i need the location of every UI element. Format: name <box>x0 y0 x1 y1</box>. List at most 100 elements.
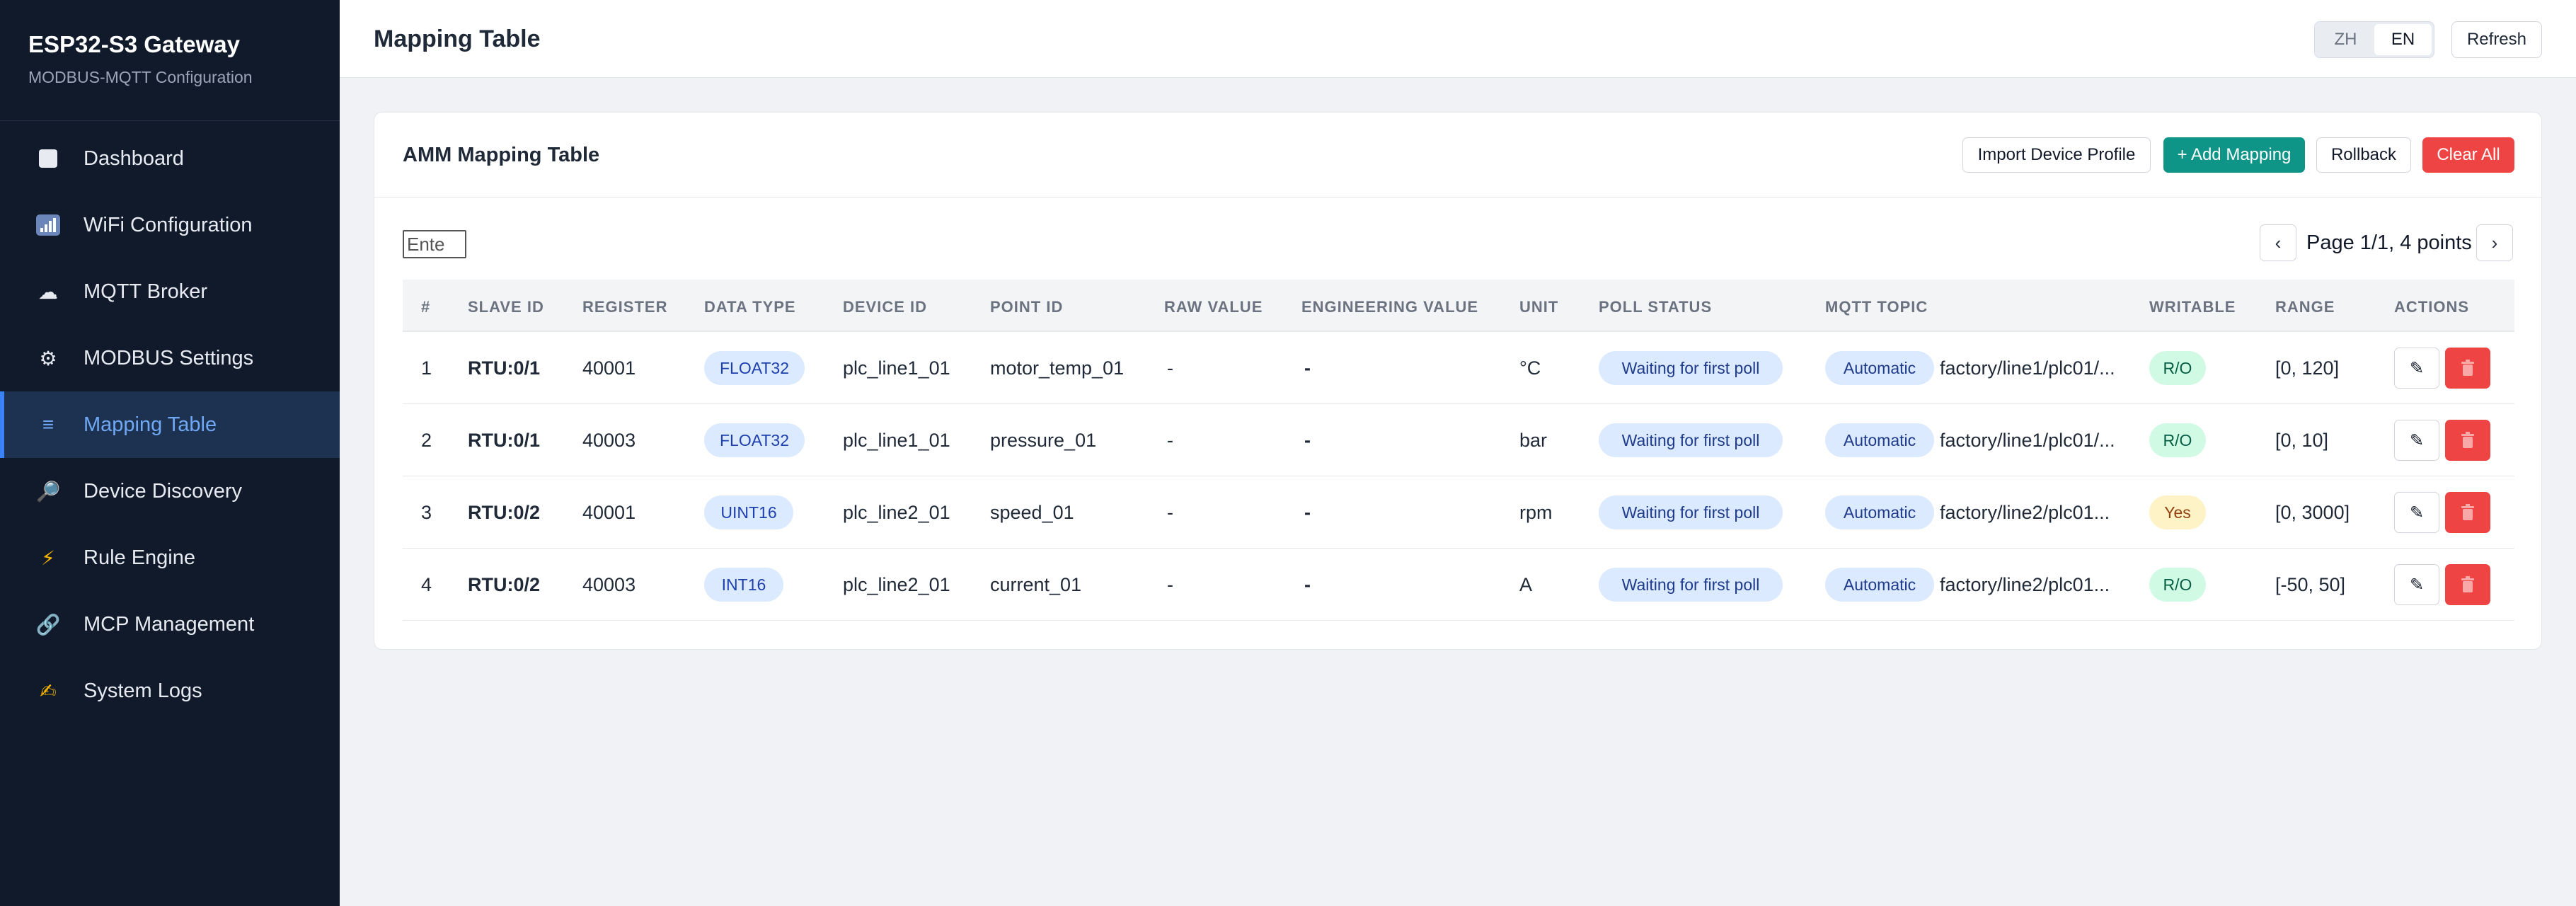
sidebar-item-mcp-management[interactable]: 🔗 MCP Management <box>0 591 340 658</box>
table-row: 1 RTU:0/1 40001 FLOAT32 plc_line1_01 mot… <box>403 332 2514 404</box>
table-row: 4 RTU:0/2 40003 INT16 plc_line2_01 curre… <box>403 549 2514 621</box>
range: [0, 3000] <box>2275 502 2350 523</box>
lang-zh-button[interactable]: ZH <box>2317 24 2374 55</box>
signal-bars-icon <box>34 211 62 239</box>
sidebar-item-label: Mapping Table <box>84 413 217 436</box>
edit-button[interactable]: ✎ <box>2394 420 2439 461</box>
device-id: plc_line1_01 <box>843 357 950 379</box>
sidebar-item-system-logs[interactable]: ✍ System Logs <box>0 658 340 724</box>
sidebar-item-dashboard[interactable]: Dashboard <box>0 125 340 192</box>
mqtt-topic: factory/line2/plc01... <box>1940 502 2110 523</box>
range: [0, 10] <box>2275 430 2329 451</box>
lang-en-button[interactable]: EN <box>2374 24 2432 55</box>
col-device-id: DEVICE ID <box>843 298 928 316</box>
clear-all-button[interactable]: Clear All <box>2422 137 2514 173</box>
edit-button[interactable]: ✎ <box>2394 564 2439 605</box>
trash-icon <box>2461 504 2474 520</box>
delete-button[interactable] <box>2445 348 2490 389</box>
sidebar-item-mapping-table[interactable]: ≡ Mapping Table <box>0 391 340 458</box>
pager-prev-button[interactable]: ‹ <box>2260 224 2296 261</box>
data-type-badge: FLOAT32 <box>704 423 805 457</box>
sidebar-item-label: MQTT Broker <box>84 280 208 303</box>
delete-button[interactable] <box>2445 492 2490 533</box>
pencil-icon: ✎ <box>2409 503 2425 522</box>
delete-button[interactable] <box>2445 564 2490 605</box>
import-device-profile-button[interactable]: Import Device Profile <box>1962 137 2151 173</box>
col-poll-status: POLL STATUS <box>1599 298 1713 316</box>
language-switcher: ZH EN <box>2314 21 2434 58</box>
point-id: pressure_01 <box>990 430 1097 451</box>
writable-badge: Yes <box>2149 495 2206 529</box>
writing-hand-icon: ✍ <box>40 680 57 702</box>
magnifier-icon: 🔎 <box>35 480 61 503</box>
sidebar-item-rule-engine[interactable]: ⚡ Rule Engine <box>0 524 340 591</box>
sidebar-item-device-discovery[interactable]: 🔎 Device Discovery <box>0 458 340 524</box>
engineering-value: - <box>1304 574 1311 595</box>
pencil-icon: ✎ <box>2409 358 2425 378</box>
range: [0, 120] <box>2275 357 2340 379</box>
card-header: AMM Mapping Table Import Device Profile … <box>374 113 2541 197</box>
writable-badge: R/O <box>2149 568 2206 602</box>
engineering-value: - <box>1304 357 1311 379</box>
page-title: Mapping Table <box>374 25 541 52</box>
poll-status-badge: Waiting for first poll <box>1599 423 1783 457</box>
pager-next-button[interactable]: › <box>2476 224 2513 261</box>
card-title: AMM Mapping Table <box>403 144 600 166</box>
data-type-badge: INT16 <box>704 568 783 602</box>
data-type-badge: FLOAT32 <box>704 351 805 385</box>
device-id: plc_line2_01 <box>843 502 950 523</box>
topic-mode-badge: Automatic <box>1825 351 1934 385</box>
data-type-badge: UINT16 <box>704 495 793 529</box>
unit: °C <box>1519 357 1541 379</box>
engineering-value: - <box>1304 430 1311 451</box>
register: 40001 <box>582 502 636 523</box>
slave-id: RTU:0/1 <box>468 357 541 379</box>
sidebar-item-label: Dashboard <box>84 147 184 170</box>
sidebar-item-mqtt-broker[interactable]: ☁ MQTT Broker <box>0 258 340 325</box>
unit: rpm <box>1519 502 1553 523</box>
add-mapping-button[interactable]: + Add Mapping <box>2163 137 2305 173</box>
brand: ESP32-S3 Gateway MODBUS-MQTT Configurati… <box>0 0 340 121</box>
col-data-type: DATA TYPE <box>704 298 796 316</box>
poll-status-badge: Waiting for first poll <box>1599 351 1783 385</box>
col-index: # <box>421 298 431 316</box>
poll-status-badge: Waiting for first poll <box>1599 495 1783 529</box>
col-actions: ACTIONS <box>2394 298 2469 316</box>
raw-value: - <box>1167 574 1173 595</box>
register: 40003 <box>582 574 636 595</box>
sidebar-item-modbus-settings[interactable]: ⚙ MODBUS Settings <box>0 325 340 391</box>
device-id: plc_line2_01 <box>843 574 950 595</box>
sidebar: ESP32-S3 Gateway MODBUS-MQTT Configurati… <box>0 0 340 906</box>
row-index: 2 <box>421 430 432 451</box>
trash-icon <box>2461 576 2474 592</box>
gear-icon: ⚙ <box>39 347 57 369</box>
pencil-icon: ✎ <box>2409 575 2425 595</box>
col-point-id: POINT ID <box>990 298 1064 316</box>
pencil-icon: ✎ <box>2409 430 2425 450</box>
square-icon <box>34 144 62 173</box>
mqtt-topic: factory/line1/plc01/... <box>1940 357 2115 379</box>
table-row: 3 RTU:0/2 40001 UINT16 plc_line2_01 spee… <box>403 476 2514 549</box>
sidebar-item-label: System Logs <box>84 679 202 702</box>
rollback-button[interactable]: Rollback <box>2316 137 2411 173</box>
table-row: 2 RTU:0/1 40003 FLOAT32 plc_line1_01 pre… <box>403 404 2514 476</box>
unit: A <box>1519 574 1533 595</box>
edit-button[interactable]: ✎ <box>2394 348 2439 389</box>
raw-value: - <box>1167 430 1173 451</box>
topic-mode-badge: Automatic <box>1825 495 1934 529</box>
sidebar-item-wifi[interactable]: WiFi Configuration <box>0 192 340 258</box>
pager-status: Page 1/1, 4 points <box>2306 231 2472 254</box>
edit-button[interactable]: ✎ <box>2394 492 2439 533</box>
writable-badge: R/O <box>2149 351 2206 385</box>
col-slave-id: SLAVE ID <box>468 298 544 316</box>
engineering-value: - <box>1304 502 1311 523</box>
refresh-button[interactable]: Refresh <box>2451 21 2542 58</box>
filter-input[interactable] <box>403 230 466 258</box>
delete-button[interactable] <box>2445 420 2490 461</box>
top-header: Mapping Table ZH EN Refresh <box>340 0 2576 78</box>
col-writable: WRITABLE <box>2149 298 2236 316</box>
point-id: motor_temp_01 <box>990 357 1125 379</box>
slave-id: RTU:0/2 <box>468 502 541 523</box>
topic-mode-badge: Automatic <box>1825 423 1934 457</box>
col-unit: UNIT <box>1519 298 1559 316</box>
